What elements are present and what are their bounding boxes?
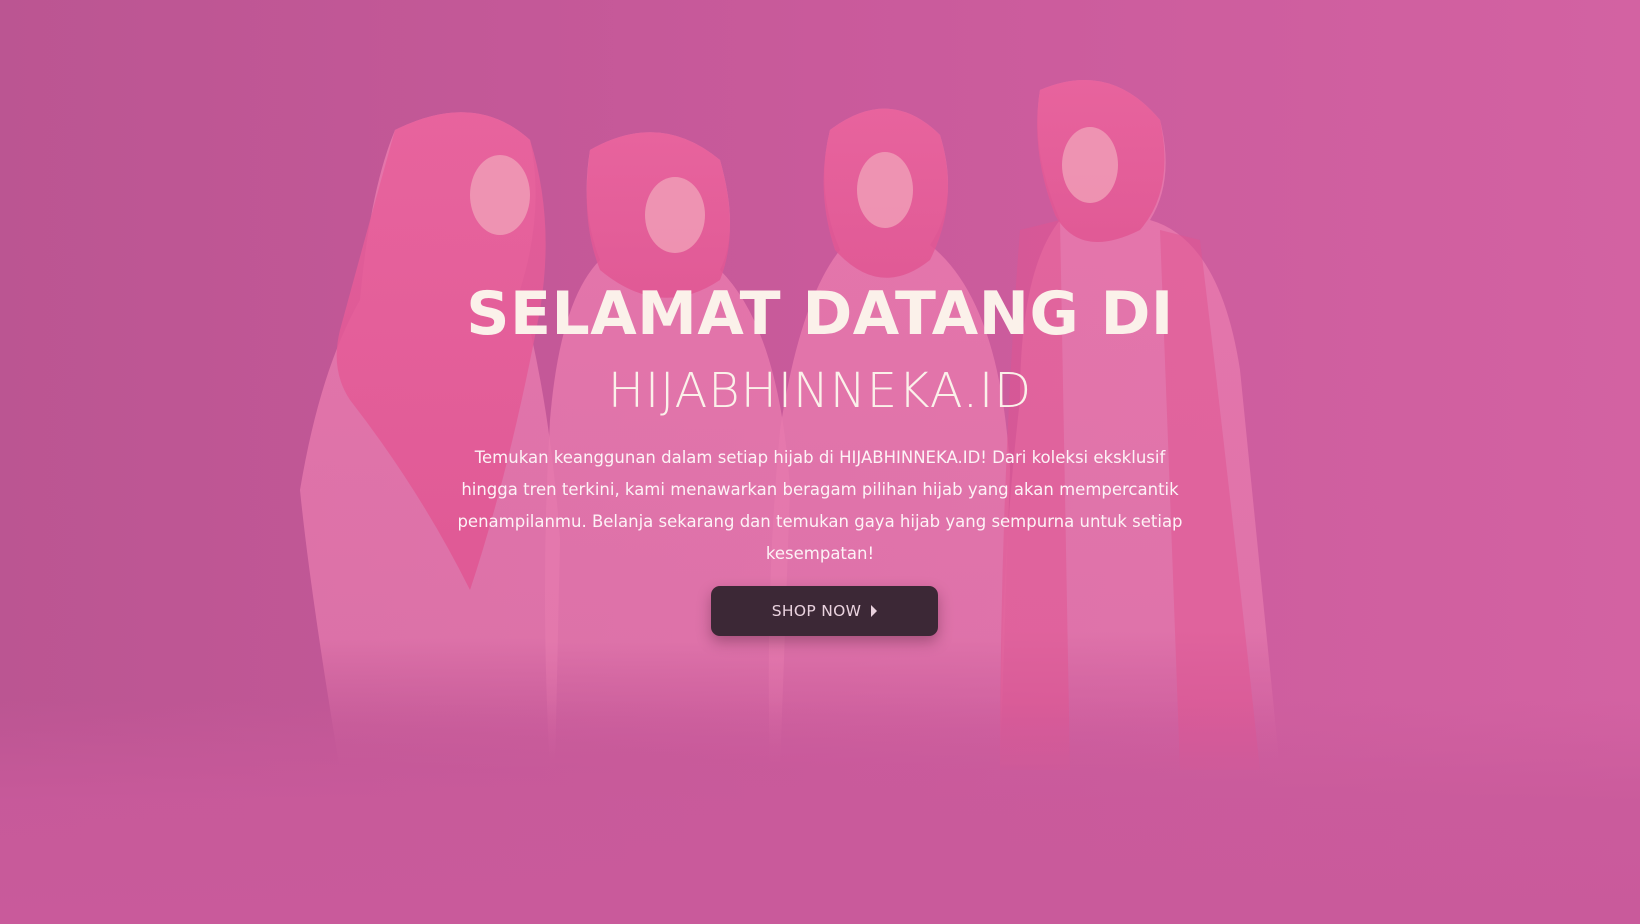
hero-headline: SELAMAT DATANG DI — [466, 279, 1174, 349]
hero-content: SELAMAT DATANG DI HIJABHINNEKA.ID Temuka… — [0, 0, 1640, 924]
shop-now-label: SHOP NOW — [771, 602, 862, 620]
shop-now-button[interactable]: SHOP NOW — [711, 586, 938, 636]
hero-section: SELAMAT DATANG DI HIJABHINNEKA.ID Temuka… — [0, 0, 1640, 924]
brand-name: HIJABHINNEKA.ID — [607, 363, 1033, 419]
caret-right-icon — [871, 605, 878, 617]
hero-description: Temukan keanggunan dalam setiap hijab di… — [457, 448, 1183, 563]
